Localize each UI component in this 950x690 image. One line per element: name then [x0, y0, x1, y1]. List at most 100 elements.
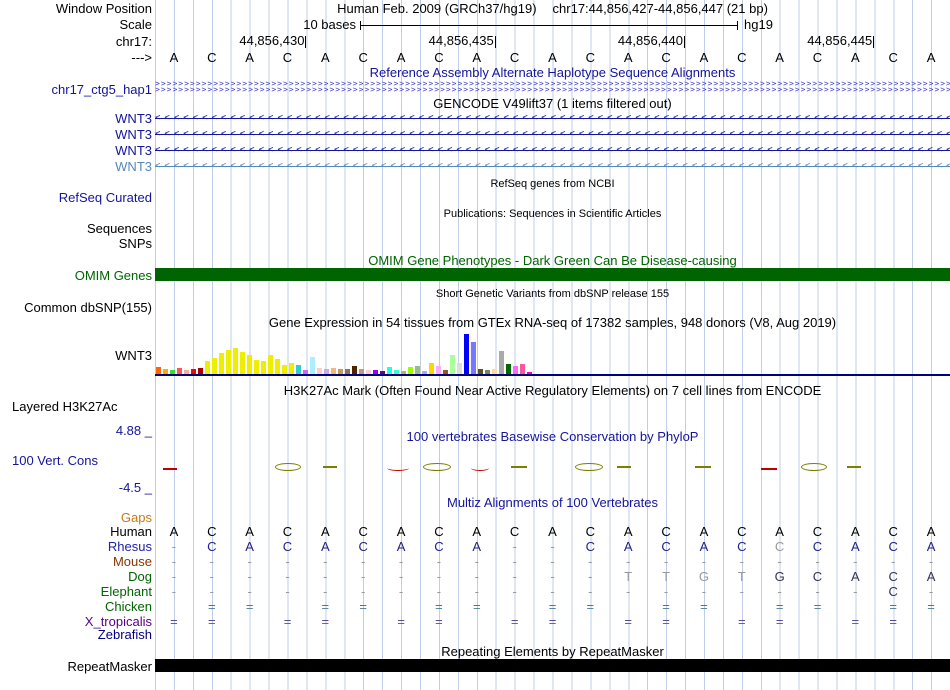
conservation-title[interactable]: 100 vertebrates Basewise Conservation by…: [155, 430, 950, 444]
gtex-expression-bar[interactable]: [387, 367, 392, 374]
sequence-base: =: [170, 614, 178, 629]
alignment-row-elephant[interactable]: -------------------C-: [155, 585, 950, 599]
repeatmasker-title[interactable]: Repeating Elements by RepeatMasker: [155, 645, 950, 659]
conservation-wiggle[interactable]: [155, 460, 950, 474]
sequence-base: -: [436, 584, 442, 599]
gtex-expression-bar[interactable]: [289, 363, 294, 374]
gtex-expression-bar[interactable]: [408, 367, 413, 374]
sequence-base: A: [548, 524, 557, 539]
sequences-label[interactable]: Sequences: [0, 222, 152, 236]
sequence-base: A: [321, 524, 330, 539]
sequence-base: -: [285, 554, 290, 569]
gtex-expression-bar[interactable]: [506, 364, 511, 374]
species-label-rhesus[interactable]: Rhesus: [0, 540, 152, 554]
gtex-expression-bar[interactable]: [233, 348, 238, 374]
species-label-gaps[interactable]: Gaps: [0, 511, 152, 525]
gencode-transcript-3[interactable]: <<<<<<<<<<<<<<<<<<<<<<<<<<<<<<<<<<<<<<<<…: [155, 144, 950, 157]
species-label-elephant[interactable]: Elephant: [0, 585, 152, 599]
gtex-expression-bar[interactable]: [219, 353, 224, 374]
alignment-row-zebrafish[interactable]: [155, 628, 950, 642]
gencode-transcript-4[interactable]: <<<<<<<<<<<<<<<<<<<<<<<<<<<<<<<<<<<<<<<<…: [155, 160, 950, 173]
gtex-expression-bar[interactable]: [282, 365, 287, 374]
species-label-mouse[interactable]: Mouse: [0, 555, 152, 569]
gtex-expression-bar[interactable]: [520, 364, 525, 374]
gencode-track-label-4[interactable]: WNT3: [0, 160, 152, 174]
sequence-base: A: [472, 524, 482, 539]
gtex-expression-bar[interactable]: [310, 357, 315, 374]
species-label-zebrafish[interactable]: Zebrafish: [0, 628, 152, 642]
gtex-expression-bar[interactable]: [436, 366, 441, 374]
gtex-gene-label[interactable]: WNT3: [0, 349, 152, 363]
ucsc-genome-browser-image: Window Position Human Feb. 2009 (GRCh37/…: [0, 0, 950, 690]
gtex-expression-chart[interactable]: [155, 334, 950, 374]
gtex-expression-bar[interactable]: [240, 352, 245, 374]
alignment-row-chicken[interactable]: = = = = = = = = = = = = = =: [155, 600, 950, 614]
species-label-chicken[interactable]: Chicken: [0, 600, 152, 614]
alignment-row-gaps[interactable]: [155, 511, 950, 525]
gencode-track-label-1[interactable]: WNT3: [0, 112, 152, 126]
gtex-expression-bar[interactable]: [450, 355, 455, 374]
refseq-curated-label[interactable]: RefSeq Curated: [0, 191, 152, 205]
alignment-row-x_tropicalis[interactable]: = = = = = = = = = = = = = =: [155, 615, 950, 629]
sequence-base: -: [588, 584, 593, 599]
gtex-title[interactable]: Gene Expression in 54 tissues from GTEx …: [155, 316, 950, 330]
gtex-expression-bar[interactable]: [352, 366, 357, 374]
conservation-mark: [423, 463, 451, 471]
omim-title[interactable]: OMIM Gene Phenotypes - Dark Green Can Be…: [155, 254, 950, 268]
gencode-transcript-1[interactable]: <<<<<<<<<<<<<<<<<<<<<<<<<<<<<<<<<<<<<<<<…: [155, 112, 950, 125]
dbsnp-title[interactable]: Short Genetic Variants from dbSNP releas…: [155, 287, 950, 301]
gtex-expression-bar[interactable]: [254, 360, 259, 374]
species-label-dog[interactable]: Dog: [0, 570, 152, 584]
scale-bar: [360, 25, 738, 26]
gtex-expression-bar[interactable]: [226, 350, 231, 374]
alignment-row-mouse[interactable]: ---------------------: [155, 555, 950, 569]
gtex-expression-bar[interactable]: [247, 355, 252, 374]
gtex-expression-bar[interactable]: [513, 366, 518, 374]
sequence-base: C: [737, 524, 747, 539]
gencode-title[interactable]: GENCODE V49lift37 (1 items filtered out): [155, 97, 950, 111]
sequence-base: A: [396, 50, 406, 65]
alignment-row-human[interactable]: ACACACACACACACACACACA: [155, 525, 950, 539]
hap-track-title[interactable]: Reference Assembly Alternate Haplotype S…: [155, 66, 950, 80]
conservation-track-label[interactable]: 100 Vert. Cons: [12, 454, 98, 468]
hap-alignment-track[interactable]: >>>>>>>>>>>>>>>>>>>>>>>>>>>>>>>>>>>>>>>>…: [155, 81, 950, 93]
common-dbsnp-label[interactable]: Common dbSNP(155): [0, 301, 152, 315]
repeatmasker-label[interactable]: RepeatMasker: [0, 660, 152, 674]
gencode-track-label-2[interactable]: WNT3: [0, 128, 152, 142]
coordinate-tick-label: 44,856,445: [807, 33, 873, 48]
h3k27ac-title[interactable]: H3K27Ac Mark (Often Found Near Active Re…: [155, 384, 950, 398]
hap-track-label[interactable]: chr17_ctg5_hap1: [0, 83, 152, 97]
sequence-base: =: [397, 614, 405, 629]
publications-title[interactable]: Publications: Sequences in Scientific Ar…: [155, 207, 950, 221]
repeatmasker-item[interactable]: [155, 659, 950, 672]
scale-bar-right-tick: [737, 21, 738, 30]
snps-label[interactable]: SNPs: [0, 237, 152, 251]
omim-gene-item[interactable]: [155, 268, 950, 281]
gtex-expression-bar[interactable]: [429, 363, 434, 374]
omim-genes-label[interactable]: OMIM Genes: [0, 269, 152, 283]
gtex-expression-bar[interactable]: [205, 361, 210, 374]
species-label-human[interactable]: Human: [0, 525, 152, 539]
gtex-expression-bar[interactable]: [457, 363, 462, 374]
alignment-row-dog[interactable]: ------------TTGTGCACA: [155, 570, 950, 584]
gencode-transcript-2[interactable]: <<<<<<<<<<<<<<<<<<<<<<<<<<<<<<<<<<<<<<<<…: [155, 128, 950, 141]
gtex-expression-bar[interactable]: [296, 365, 301, 374]
coordinate-tick-label: 44,856,440: [617, 33, 683, 48]
gtex-expression-bar[interactable]: [275, 359, 280, 374]
scale-value: 10 bases: [303, 17, 356, 32]
alignment-row-rhesus[interactable]: -CACACACA--CACACCCACA: [155, 540, 950, 554]
multiz-title[interactable]: Multiz Alignments of 100 Vertebrates: [155, 496, 950, 510]
gtex-expression-bar[interactable]: [268, 355, 273, 374]
h3k27ac-label[interactable]: Layered H3K27Ac: [12, 400, 118, 414]
gtex-expression-bar[interactable]: [156, 367, 161, 374]
refseq-title[interactable]: RefSeq genes from NCBI: [155, 177, 950, 191]
gtex-expression-bar[interactable]: [464, 334, 469, 374]
conservation-mark: [575, 463, 603, 471]
gtex-expression-bar[interactable]: [212, 358, 217, 374]
gtex-expression-bar[interactable]: [471, 342, 476, 374]
gtex-expression-bar[interactable]: [499, 351, 504, 374]
reference-base-row: ACACACACACACACACACACA: [155, 51, 950, 65]
gencode-track-label-3[interactable]: WNT3: [0, 144, 152, 158]
gtex-expression-bar[interactable]: [415, 366, 420, 374]
gtex-expression-bar[interactable]: [261, 361, 266, 374]
